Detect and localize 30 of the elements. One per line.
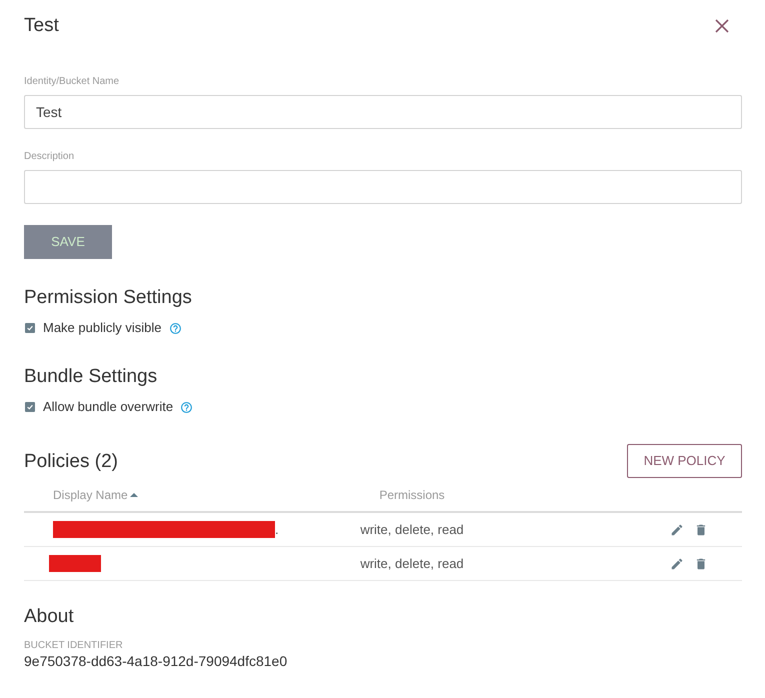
help-icon[interactable] xyxy=(168,322,182,334)
sort-ascending-icon[interactable] xyxy=(130,492,138,496)
new-policy-button[interactable]: NEW POLICY xyxy=(627,444,742,478)
dialog-title: Test xyxy=(24,14,59,38)
text-field[interactable]: Test xyxy=(24,95,742,129)
section-heading: Permission Settings xyxy=(24,286,192,309)
checkbox[interactable] xyxy=(25,323,35,333)
column-header[interactable]: Display Name xyxy=(53,486,128,504)
delete-icon[interactable] xyxy=(694,556,708,570)
edit-icon[interactable] xyxy=(670,522,684,536)
edit-icon[interactable] xyxy=(670,556,684,570)
section-heading: Policies (2) xyxy=(24,450,118,472)
delete-icon[interactable] xyxy=(694,522,708,536)
field-value: Test xyxy=(36,102,62,122)
bucket-identifier: 9e750378-dd63-4a18-912d-79094dfc81e0 xyxy=(24,653,288,669)
text-field[interactable] xyxy=(24,170,742,204)
field-label: Identity/Bucket Name xyxy=(24,76,120,88)
close-button[interactable] xyxy=(714,18,730,34)
help-icon[interactable] xyxy=(180,400,194,414)
section-heading: Bundle Settings xyxy=(24,365,158,388)
section-heading: About xyxy=(24,605,74,628)
field-label: Description xyxy=(24,151,74,163)
checkbox-label: Allow bundle overwrite xyxy=(43,398,174,416)
identifier-label: BUCKET IDENTIFIER xyxy=(24,640,123,652)
policy-name: . xyxy=(275,520,279,539)
policy-permissions: write, delete, read xyxy=(360,520,464,539)
column-header[interactable]: Permissions xyxy=(379,486,445,504)
checkbox[interactable] xyxy=(25,402,35,412)
policy-permissions: write, delete, read xyxy=(360,554,464,573)
checkbox-label: Make publicly visible xyxy=(43,319,162,338)
